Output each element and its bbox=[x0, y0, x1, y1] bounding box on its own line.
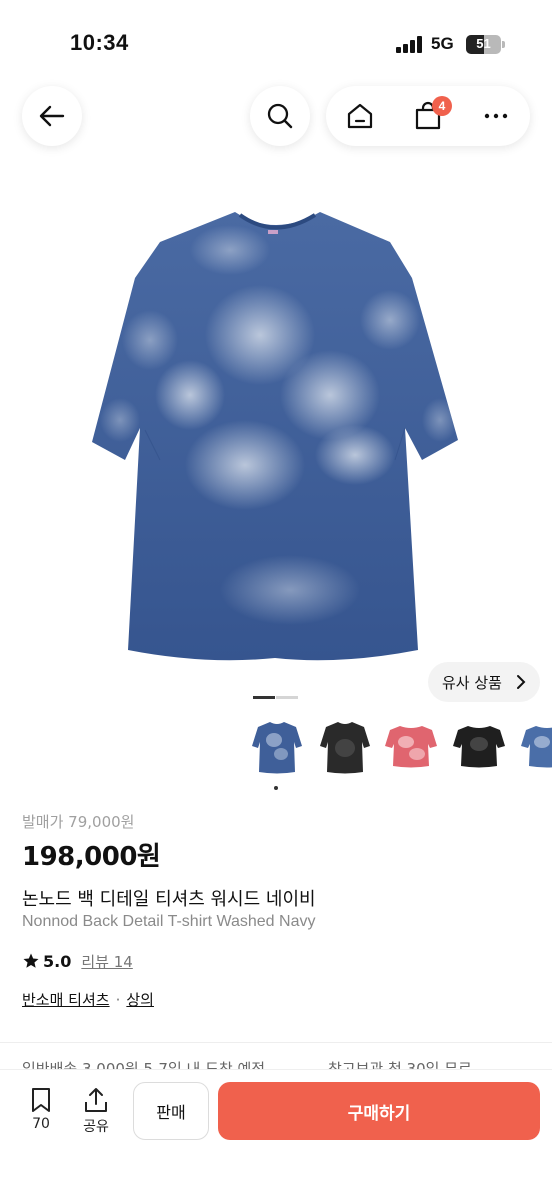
status-bar: 10:34 5G 51 bbox=[0, 0, 552, 80]
nav-actions bbox=[326, 86, 530, 146]
share-icon bbox=[85, 1088, 107, 1112]
category-separator: · bbox=[115, 990, 121, 1009]
search-icon bbox=[267, 103, 293, 129]
thumbnail-black-washed[interactable] bbox=[452, 718, 506, 776]
back-button[interactable] bbox=[22, 86, 82, 146]
thumbnail-strip bbox=[250, 718, 552, 782]
back-arrow-icon bbox=[39, 105, 65, 127]
bookmark-icon bbox=[32, 1088, 50, 1112]
product-title-english: Nonnod Back Detail T-shirt Washed Navy bbox=[22, 913, 316, 930]
bottom-action-bar: 70 공유 판매 구매하기 bbox=[0, 1070, 552, 1200]
category-breadcrumb: 반소매 티셔츠 · 상의 bbox=[22, 989, 154, 1010]
similar-products-button[interactable]: 유사 상품 bbox=[428, 662, 540, 702]
cellular-signal-icon bbox=[396, 36, 422, 53]
battery-tip bbox=[502, 41, 505, 48]
thumbnail-navy[interactable] bbox=[250, 718, 304, 776]
buy-button[interactable]: 구매하기 bbox=[218, 1082, 540, 1140]
share-button[interactable]: 공유 bbox=[76, 1086, 116, 1136]
similar-products-label: 유사 상품 bbox=[442, 673, 502, 692]
bookmark-button[interactable]: 70 bbox=[21, 1086, 61, 1132]
category-link-short-sleeve[interactable]: 반소매 티셔츠 bbox=[22, 989, 110, 1010]
chevron-right-icon bbox=[517, 675, 526, 689]
home-icon bbox=[347, 103, 373, 129]
status-time: 10:34 bbox=[70, 30, 129, 55]
release-price: 발매가 79,000원 bbox=[22, 813, 135, 831]
network-type: 5G bbox=[431, 34, 454, 53]
cart-count-badge: 4 bbox=[432, 96, 452, 116]
section-divider bbox=[0, 1042, 552, 1043]
product-image[interactable] bbox=[0, 160, 552, 700]
bookmark-count: 70 bbox=[32, 1116, 50, 1132]
thumbnail-pink[interactable] bbox=[384, 718, 438, 776]
thumbnail-black[interactable] bbox=[318, 718, 372, 776]
sell-button[interactable]: 판매 bbox=[133, 1082, 209, 1140]
rating-row: 5.0 리뷰 14 bbox=[22, 949, 133, 973]
more-icon bbox=[484, 113, 508, 119]
share-label: 공유 bbox=[83, 1119, 109, 1135]
gallery-indicator-active bbox=[253, 696, 275, 699]
star-icon bbox=[23, 953, 39, 968]
cart-button[interactable] bbox=[394, 86, 462, 146]
more-button[interactable] bbox=[462, 86, 530, 146]
home-button[interactable] bbox=[326, 86, 394, 146]
search-button[interactable] bbox=[250, 86, 310, 146]
battery-icon: 51 bbox=[466, 35, 501, 54]
rating-score: 5.0 bbox=[43, 951, 72, 971]
thumbnail-blue[interactable] bbox=[520, 718, 552, 776]
battery-level: 51 bbox=[476, 36, 491, 51]
product-price: 198,000원 bbox=[22, 842, 161, 872]
review-link[interactable]: 리뷰 14 bbox=[81, 951, 132, 972]
gallery-indicator bbox=[276, 696, 298, 699]
thumbnail-selected-dot bbox=[274, 786, 278, 790]
product-title: 논노드 백 디테일 티셔츠 워시드 네이비 bbox=[22, 889, 316, 910]
category-link-tops[interactable]: 상의 bbox=[126, 989, 154, 1010]
